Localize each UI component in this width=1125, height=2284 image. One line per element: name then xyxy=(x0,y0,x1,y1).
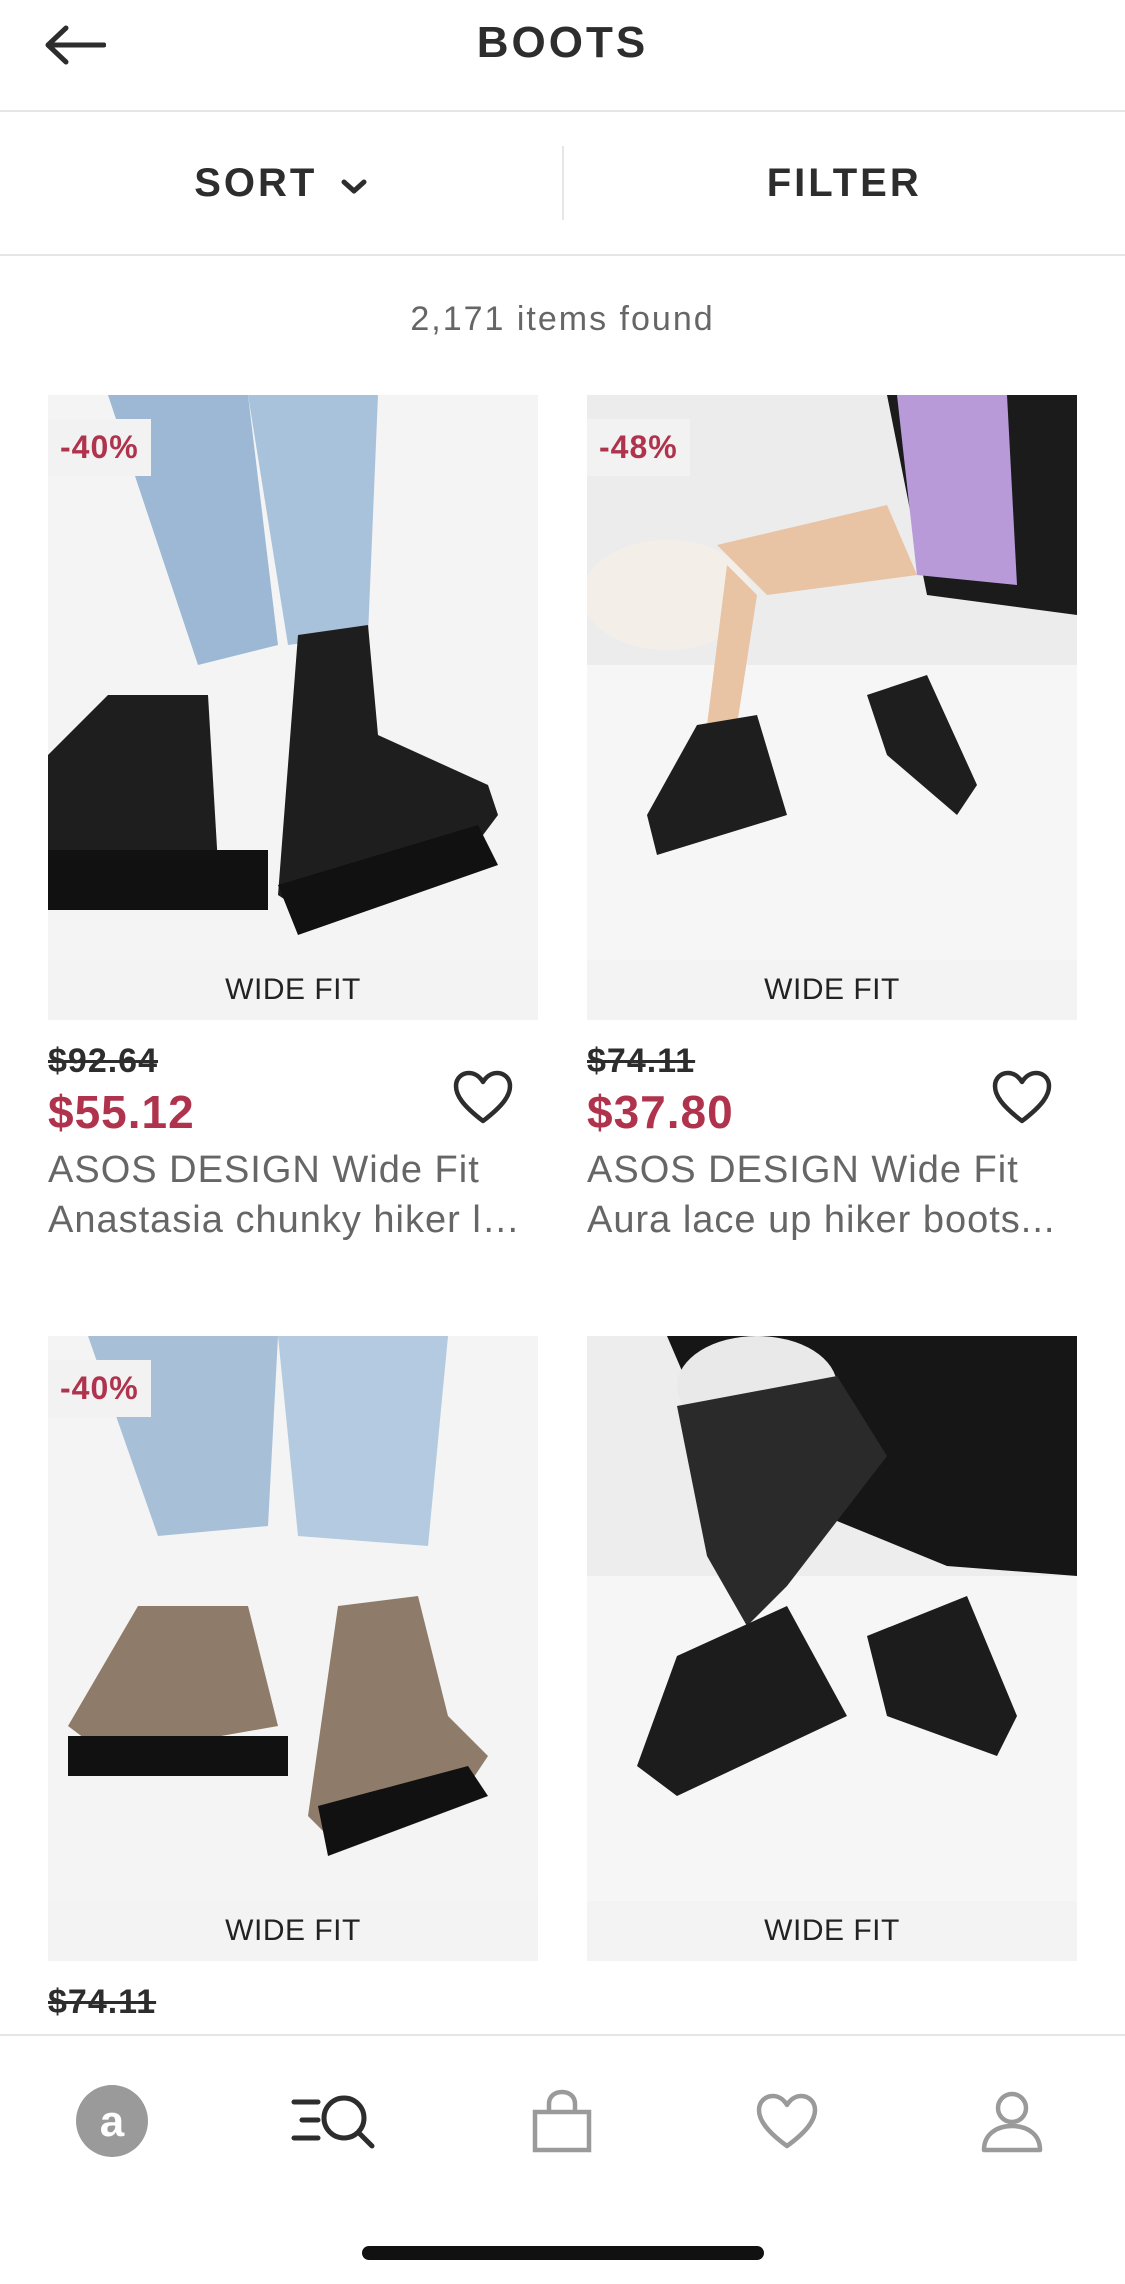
sort-filter-bar: SORT FILTER xyxy=(0,112,1125,256)
tab-bag[interactable] xyxy=(512,2076,612,2166)
product-photo xyxy=(48,1336,538,1901)
search-icon xyxy=(291,2095,375,2149)
filter-label: FILTER xyxy=(766,160,922,205)
asos-logo-icon: a xyxy=(76,2085,148,2157)
results-count: 2,171 items found xyxy=(410,300,715,338)
product-photo xyxy=(48,395,538,960)
heart-icon xyxy=(756,2093,818,2149)
account-icon xyxy=(981,2091,1043,2153)
filter-button[interactable]: FILTER xyxy=(564,112,1125,254)
heart-icon xyxy=(992,1070,1052,1124)
tab-saved[interactable] xyxy=(737,2076,837,2166)
tab-account[interactable] xyxy=(962,2076,1062,2166)
product-image[interactable]: WIDE FIT xyxy=(587,1336,1077,1961)
page-title: BOOTS xyxy=(476,18,649,67)
product-card[interactable]: -40% WIDE FIT $92.64 $55.12 ASOS DESIGN … xyxy=(48,395,538,1245)
product-name[interactable]: ASOS DESIGN Wide Fit Aura lace up hiker … xyxy=(587,1145,1077,1245)
product-image[interactable]: -40% WIDE FIT xyxy=(48,395,538,1020)
sort-label: SORT xyxy=(194,160,318,205)
sale-price: $55.12 xyxy=(48,1086,195,1138)
heart-icon xyxy=(453,1070,513,1124)
product-card[interactable]: -40% WIDE FIT $74.11 xyxy=(48,1336,538,2022)
svg-text:a: a xyxy=(100,2097,125,2146)
product-card[interactable]: -48% WIDE FIT $74.11 $37.80 ASOS DESIGN … xyxy=(587,395,1077,1245)
discount-badge: -48% xyxy=(587,419,690,476)
fit-label: WIDE FIT xyxy=(48,1901,538,1961)
discount-badge: -40% xyxy=(48,1360,151,1417)
product-image[interactable]: -48% WIDE FIT xyxy=(587,395,1077,1020)
product-card[interactable]: WIDE FIT xyxy=(587,1336,1077,1961)
product-photo xyxy=(587,1336,1077,1901)
tab-home[interactable]: a xyxy=(62,2076,162,2166)
bag-icon xyxy=(532,2089,592,2153)
home-indicator[interactable] xyxy=(362,2246,764,2260)
sort-button[interactable]: SORT xyxy=(0,112,562,254)
original-price: $74.11 xyxy=(48,1983,157,2021)
fit-label: WIDE FIT xyxy=(587,960,1077,1020)
chevron-down-icon xyxy=(341,161,367,206)
fit-label: WIDE FIT xyxy=(48,960,538,1020)
app-header: BOOTS xyxy=(0,0,1125,112)
product-name[interactable]: ASOS DESIGN Wide Fit Anastasia chunky hi… xyxy=(48,1145,538,1245)
save-for-later-button[interactable] xyxy=(987,1062,1057,1132)
product-image[interactable]: -40% WIDE FIT xyxy=(48,1336,538,1961)
tab-search[interactable] xyxy=(285,2076,385,2166)
discount-badge: -40% xyxy=(48,419,151,476)
save-for-later-button[interactable] xyxy=(448,1062,518,1132)
product-photo xyxy=(587,395,1077,960)
sale-price: $37.80 xyxy=(587,1086,734,1138)
fit-label: WIDE FIT xyxy=(587,1901,1077,1961)
